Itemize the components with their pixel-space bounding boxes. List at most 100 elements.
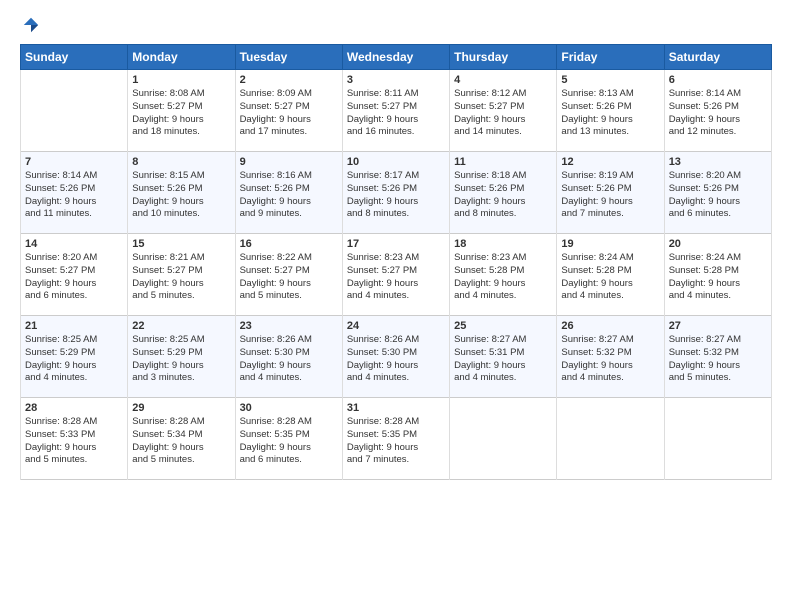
day-info: Sunrise: 8:09 AM Sunset: 5:27 PM Dayligh… [240, 88, 338, 139]
day-number: 19 [561, 238, 659, 250]
calendar-table: SundayMondayTuesdayWednesdayThursdayFrid… [20, 44, 772, 480]
calendar-cell: 28 Sunrise: 8:28 AM Sunset: 5:33 PM Dayli… [21, 398, 128, 480]
calendar-cell: 31 Sunrise: 8:28 AM Sunset: 5:35 PM Dayli… [342, 398, 449, 480]
calendar-cell: 26Sunrise: 8:27 AM Sunset: 5:32 PM Dayli… [557, 316, 664, 398]
day-info: Sunrise: 8:18 AM Sunset: 5:26 PM Dayligh… [454, 170, 552, 221]
day-info: Sunrise: 8:13 AM Sunset: 5:26 PM Dayligh… [561, 88, 659, 139]
calendar-cell [450, 398, 557, 480]
day-info: Sunrise: 8:26 AM Sunset: 5:30 PM Dayligh… [240, 334, 338, 385]
calendar-cell: 29Sunrise: 8:28 AM Sunset: 5:34 PM Dayli… [128, 398, 235, 480]
header [20, 16, 772, 34]
calendar-cell [664, 398, 771, 480]
day-info: Sunrise: 8:19 AM Sunset: 5:26 PM Dayligh… [561, 170, 659, 221]
day-number: 22 [132, 320, 230, 332]
day-number: 11 [454, 156, 552, 168]
day-info: Sunrise: 8:16 AM Sunset: 5:26 PM Dayligh… [240, 170, 338, 221]
col-header-friday: Friday [557, 45, 664, 70]
calendar-cell: 5Sunrise: 8:13 AM Sunset: 5:26 PM Daylig… [557, 70, 664, 152]
day-info: Sunrise: 8:08 AM Sunset: 5:27 PM Dayligh… [132, 88, 230, 139]
calendar-cell: 18Sunrise: 8:23 AM Sunset: 5:28 PM Dayli… [450, 234, 557, 316]
calendar-cell: 9 Sunrise: 8:16 AM Sunset: 5:26 PM Daylig… [235, 152, 342, 234]
col-header-sunday: Sunday [21, 45, 128, 70]
calendar-week-row: 1 Sunrise: 8:08 AM Sunset: 5:27 PM Daylig… [21, 70, 772, 152]
day-number: 31 [347, 402, 445, 414]
day-number: 16 [240, 238, 338, 250]
day-info: Sunrise: 8:20 AM Sunset: 5:26 PM Dayligh… [669, 170, 767, 221]
day-info: Sunrise: 8:24 AM Sunset: 5:28 PM Dayligh… [561, 252, 659, 303]
calendar-cell: 22 Sunrise: 8:25 AM Sunset: 5:29 PM Dayli… [128, 316, 235, 398]
calendar-cell: 16Sunrise: 8:22 AM Sunset: 5:27 PM Dayli… [235, 234, 342, 316]
calendar-week-row: 7 Sunrise: 8:14 AM Sunset: 5:26 PM Daylig… [21, 152, 772, 234]
col-header-tuesday: Tuesday [235, 45, 342, 70]
day-info: Sunrise: 8:26 AM Sunset: 5:30 PM Dayligh… [347, 334, 445, 385]
day-info: Sunrise: 8:25 AM Sunset: 5:29 PM Dayligh… [132, 334, 230, 385]
day-info: Sunrise: 8:28 AM Sunset: 5:33 PM Dayligh… [25, 416, 123, 467]
day-info: Sunrise: 8:27 AM Sunset: 5:31 PM Dayligh… [454, 334, 552, 385]
calendar-cell: 12 Sunrise: 8:19 AM Sunset: 5:26 PM Dayli… [557, 152, 664, 234]
day-number: 18 [454, 238, 552, 250]
calendar-cell: 4 Sunrise: 8:12 AM Sunset: 5:27 PM Daylig… [450, 70, 557, 152]
page-container: SundayMondayTuesdayWednesdayThursdayFrid… [0, 0, 792, 490]
day-number: 30 [240, 402, 338, 414]
calendar-cell [21, 70, 128, 152]
col-header-saturday: Saturday [664, 45, 771, 70]
day-number: 29 [132, 402, 230, 414]
col-header-monday: Monday [128, 45, 235, 70]
calendar-cell: 2 Sunrise: 8:09 AM Sunset: 5:27 PM Daylig… [235, 70, 342, 152]
col-header-wednesday: Wednesday [342, 45, 449, 70]
calendar-cell: 7 Sunrise: 8:14 AM Sunset: 5:26 PM Daylig… [21, 152, 128, 234]
day-number: 2 [240, 74, 338, 86]
day-number: 23 [240, 320, 338, 332]
calendar-cell: 10 Sunrise: 8:17 AM Sunset: 5:26 PM Dayli… [342, 152, 449, 234]
calendar-cell: 1 Sunrise: 8:08 AM Sunset: 5:27 PM Daylig… [128, 70, 235, 152]
day-number: 13 [669, 156, 767, 168]
day-info: Sunrise: 8:14 AM Sunset: 5:26 PM Dayligh… [669, 88, 767, 139]
day-info: Sunrise: 8:25 AM Sunset: 5:29 PM Dayligh… [25, 334, 123, 385]
calendar-cell: 3Sunrise: 8:11 AM Sunset: 5:27 PM Daylig… [342, 70, 449, 152]
day-number: 12 [561, 156, 659, 168]
day-info: Sunrise: 8:12 AM Sunset: 5:27 PM Dayligh… [454, 88, 552, 139]
day-info: Sunrise: 8:27 AM Sunset: 5:32 PM Dayligh… [669, 334, 767, 385]
calendar-week-row: 14Sunrise: 8:20 AM Sunset: 5:27 PM Dayli… [21, 234, 772, 316]
day-number: 9 [240, 156, 338, 168]
calendar-week-row: 28 Sunrise: 8:28 AM Sunset: 5:33 PM Dayli… [21, 398, 772, 480]
day-info: Sunrise: 8:28 AM Sunset: 5:35 PM Dayligh… [240, 416, 338, 467]
calendar-cell: 21Sunrise: 8:25 AM Sunset: 5:29 PM Dayli… [21, 316, 128, 398]
day-info: Sunrise: 8:20 AM Sunset: 5:27 PM Dayligh… [25, 252, 123, 303]
day-number: 17 [347, 238, 445, 250]
day-number: 4 [454, 74, 552, 86]
calendar-cell: 13 Sunrise: 8:20 AM Sunset: 5:26 PM Dayli… [664, 152, 771, 234]
calendar-cell [557, 398, 664, 480]
calendar-cell: 11 Sunrise: 8:18 AM Sunset: 5:26 PM Dayli… [450, 152, 557, 234]
day-info: Sunrise: 8:17 AM Sunset: 5:26 PM Dayligh… [347, 170, 445, 221]
calendar-cell: 24 Sunrise: 8:26 AM Sunset: 5:30 PM Dayli… [342, 316, 449, 398]
calendar-cell: 27 Sunrise: 8:27 AM Sunset: 5:32 PM Dayli… [664, 316, 771, 398]
day-number: 7 [25, 156, 123, 168]
day-info: Sunrise: 8:28 AM Sunset: 5:35 PM Dayligh… [347, 416, 445, 467]
calendar-cell: 25 Sunrise: 8:27 AM Sunset: 5:31 PM Dayli… [450, 316, 557, 398]
day-number: 25 [454, 320, 552, 332]
day-number: 27 [669, 320, 767, 332]
day-info: Sunrise: 8:15 AM Sunset: 5:26 PM Dayligh… [132, 170, 230, 221]
day-number: 8 [132, 156, 230, 168]
day-info: Sunrise: 8:23 AM Sunset: 5:27 PM Dayligh… [347, 252, 445, 303]
day-info: Sunrise: 8:21 AM Sunset: 5:27 PM Dayligh… [132, 252, 230, 303]
calendar-cell: 14Sunrise: 8:20 AM Sunset: 5:27 PM Dayli… [21, 234, 128, 316]
day-number: 26 [561, 320, 659, 332]
logo [20, 16, 40, 34]
col-header-thursday: Thursday [450, 45, 557, 70]
day-number: 24 [347, 320, 445, 332]
calendar-cell: 8 Sunrise: 8:15 AM Sunset: 5:26 PM Daylig… [128, 152, 235, 234]
day-number: 15 [132, 238, 230, 250]
calendar-header-row: SundayMondayTuesdayWednesdayThursdayFrid… [21, 45, 772, 70]
day-number: 28 [25, 402, 123, 414]
calendar-week-row: 21Sunrise: 8:25 AM Sunset: 5:29 PM Dayli… [21, 316, 772, 398]
day-number: 10 [347, 156, 445, 168]
day-number: 1 [132, 74, 230, 86]
calendar-cell: 23 Sunrise: 8:26 AM Sunset: 5:30 PM Dayli… [235, 316, 342, 398]
day-number: 20 [669, 238, 767, 250]
day-info: Sunrise: 8:14 AM Sunset: 5:26 PM Dayligh… [25, 170, 123, 221]
calendar-cell: 15 Sunrise: 8:21 AM Sunset: 5:27 PM Dayli… [128, 234, 235, 316]
day-number: 3 [347, 74, 445, 86]
calendar-cell: 6Sunrise: 8:14 AM Sunset: 5:26 PM Daylig… [664, 70, 771, 152]
